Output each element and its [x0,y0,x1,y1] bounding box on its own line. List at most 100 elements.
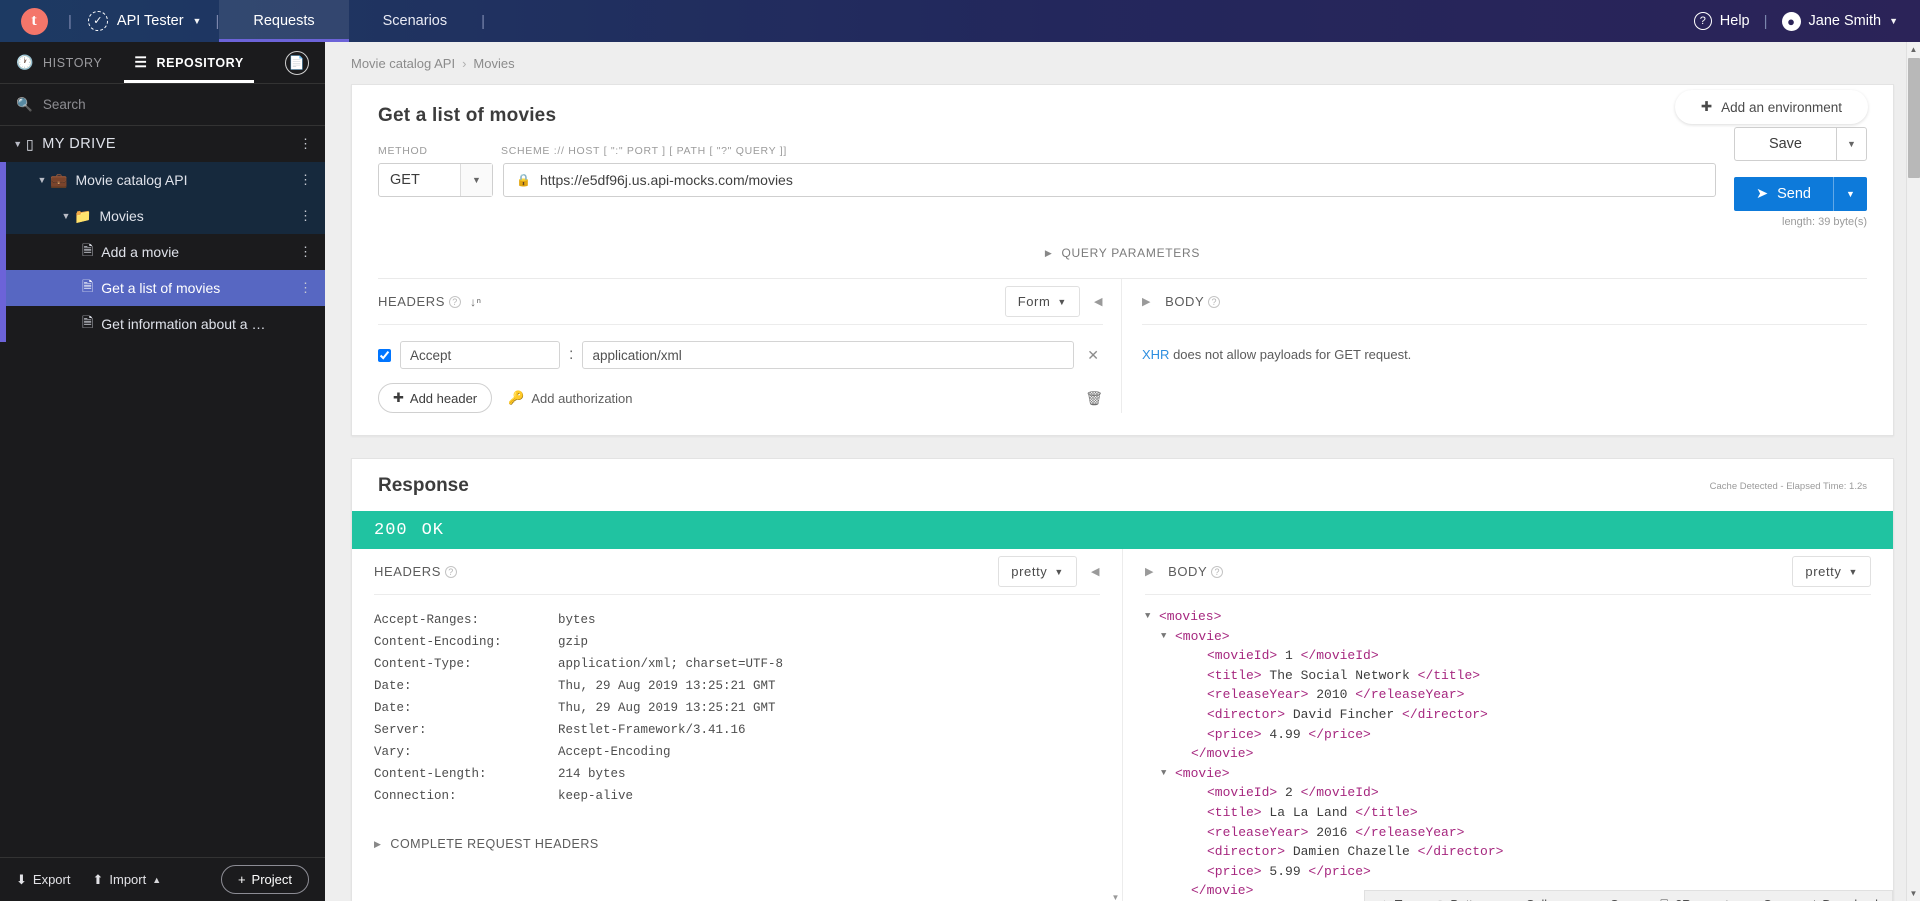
method-select[interactable]: GET ▼ [378,163,493,197]
tab-requests[interactable]: Requests [219,0,349,42]
collapse-response-headers-icon[interactable]: ◀ [1091,565,1100,578]
xml-tag: </releaseYear> [1355,824,1465,840]
chevron-right-icon: ▶ [1044,247,1053,258]
query-parameters-toggle[interactable]: ▶ QUERY PARAMETERS [378,246,1867,260]
project-label: Project [251,872,292,887]
tree-item-menu-icon[interactable]: ⋮ [299,280,313,296]
xhr-link[interactable]: XHR [1142,347,1169,362]
main-vertical-scrollbar[interactable]: ▲ ▼ [1906,42,1920,901]
tree-item-menu-icon[interactable]: ⋮ [299,208,313,224]
table-row: Vary: Accept-Encoding [374,741,1100,763]
chevron-down-icon[interactable]: ▼ [58,211,74,221]
complete-request-headers-toggle[interactable]: ▶ COMPLETE REQUEST HEADERS [374,837,1100,851]
tab-scenarios-label: Scenarios [382,13,448,29]
sort-az-icon[interactable]: ↓ⁿ [470,295,482,309]
chevron-down-icon: ▼ [1847,139,1856,149]
export-button[interactable]: ⬇ Export [16,872,70,888]
project-button[interactable]: + Project [220,865,309,894]
request-body-header: ▶ BODY ? [1142,279,1867,325]
headers-mode-select[interactable]: Form ▼ [1004,286,1080,317]
help-button[interactable]: ? Help [1693,12,1750,30]
sidebar-tab-history[interactable]: 🕐 HISTORY [0,42,118,83]
remove-header-icon[interactable]: ✕ [1083,347,1103,364]
sidebar-tab-history-label: HISTORY [43,55,103,70]
xml-text: 2016 [1308,824,1356,840]
add-environment-button[interactable]: ✚ Add an environment [1674,90,1868,124]
sidebar-tab-repository[interactable]: ☰ REPOSITORY [118,42,259,83]
xml-collapse-twisty-icon[interactable]: ▼ [1161,627,1175,647]
tab-scenarios[interactable]: Scenarios [349,0,481,42]
xml-collapse-twisty-icon[interactable]: ▼ [1161,764,1175,784]
response-body-xml[interactable]: ▼ <movies> ▼ <movie> <movieId> 1 </movieId> <… [1145,607,1871,901]
collapse-headers-icon[interactable]: ◀ [1094,295,1103,308]
help-icon[interactable]: ? [1208,295,1221,308]
request-card: Get a list of movies METHOD SCHEME :// H… [351,84,1894,436]
export-label: Export [32,872,71,887]
help-icon[interactable]: ? [1211,565,1224,578]
xml-collapse-twisty-icon[interactable]: ▼ [1145,607,1159,627]
tree-level-indicator [0,270,6,306]
send-dropdown-toggle[interactable]: ▼ [1833,177,1867,211]
breadcrumb-item-folder[interactable]: Movies [473,56,514,71]
response-meta: Cache Detected - Elapsed Time: 1.2s [1709,480,1867,492]
response-body-column: ▶ BODY ? pretty ▼ ▼ <movies> ▼ <movie> <movi… [1122,549,1893,901]
expand-body-icon[interactable]: ▶ [1142,295,1151,308]
add-authorization-button[interactable]: 🔑 Add authorization [508,390,632,406]
header-enabled-checkbox[interactable] [378,348,391,362]
tree-item-get-information-about-a-movie[interactable]: 🗎 Get information about a … [0,306,325,342]
xml-line: <releaseYear> 2016 </releaseYear> [1145,823,1871,843]
response-columns: HEADERS ? pretty ▼ ◀ Accept-Ranges: bytes [352,549,1893,901]
import-label: Import [109,872,147,887]
scroll-up-arrow-icon[interactable]: ▲ [1907,42,1920,57]
delete-all-headers-icon[interactable]: 🗑 [1085,390,1103,407]
xml-tag: </director> [1402,706,1488,722]
chevron-down-icon[interactable]: ▼ [34,175,50,185]
tree-item-my-drive[interactable]: ▼ ▯ MY DRIVE ⋮ [0,126,325,162]
tree-item-movies[interactable]: ▼ 📁 Movies ⋮ [0,198,325,234]
tree-item-movie-catalog-api[interactable]: ▼ 💼 Movie catalog API ⋮ [0,162,325,198]
save-dropdown-toggle[interactable]: ▼ [1836,127,1867,161]
response-title: Response [378,475,469,496]
method-value: GET [390,172,420,188]
body-toolbar-bottom-button[interactable]: ⬇Bottom [1435,898,1490,901]
response-headers-label: HEADERS [374,564,442,579]
response-body-label: BODY [1168,564,1208,579]
header-key-input[interactable]: Accept [400,341,560,369]
app-switcher[interactable]: ✓ API Tester ▼ [72,0,216,42]
search-input[interactable]: 🔍 Search [0,84,325,126]
import-button[interactable]: ⬆ Import ▲ [92,872,161,888]
xml-tag: <movieId> [1207,785,1278,801]
body-toolbar-download-button[interactable]: ⤓Download [1812,898,1878,901]
response-body-mode-select[interactable]: pretty ▼ [1792,556,1871,587]
tree-item-add-a-movie[interactable]: 🗎 Add a movie ⋮ [0,234,325,270]
main-panel: Movie catalog API › Movies ✚ Add an envi… [325,42,1920,901]
breadcrumb-item-project[interactable]: Movie catalog API [351,56,455,71]
body-toolbar-top-button[interactable]: ⬆Top [1379,898,1415,901]
tree-item-menu-icon[interactable]: ⋮ [299,136,313,152]
header-value-input[interactable]: application/xml [582,341,1075,369]
add-header-label: Add header [409,390,478,406]
help-icon[interactable]: ? [449,295,462,308]
save-button[interactable]: Save [1733,127,1836,161]
body-toolbar-collapse-button[interactable]: ⊟Collapse [1510,898,1574,901]
body-toolbar-copy-button[interactable]: ⧉Copy [1749,898,1792,901]
sidebar-tab-documentation[interactable]: 📄 [269,42,325,83]
tree-item-menu-icon[interactable]: ⋮ [299,244,313,260]
app-logo[interactable]: t [0,0,68,42]
tree-item-menu-icon[interactable]: ⋮ [299,172,313,188]
user-menu[interactable]: ● Jane Smith ▼ [1781,11,1898,31]
chevron-down-icon[interactable]: ▼ [10,139,26,149]
add-header-button[interactable]: ✚ Add header [378,383,493,413]
url-input[interactable]: 🔒 https://e5df96j.us.api-mocks.com/movie… [503,163,1716,197]
help-icon[interactable]: ? [445,565,458,578]
scrollbar-thumb[interactable] [1908,58,1920,178]
help-label: Help [1719,13,1750,29]
body-toolbar-open-button[interactable]: ⊞Open [1594,898,1640,901]
scroll-down-arrow-icon[interactable]: ▼ [1907,886,1920,901]
body-toolbar-2request-button[interactable]: ⎘2Request [1660,898,1729,901]
tree-item-get-a-list-of-movies[interactable]: 🗎 Get a list of movies ⋮ [0,270,325,306]
xml-line: </movie> [1145,744,1871,764]
response-headers-mode-select[interactable]: pretty ▼ [998,556,1077,587]
send-button[interactable]: ➤ Send [1733,177,1833,211]
expand-response-body-icon[interactable]: ▶ [1145,565,1154,578]
